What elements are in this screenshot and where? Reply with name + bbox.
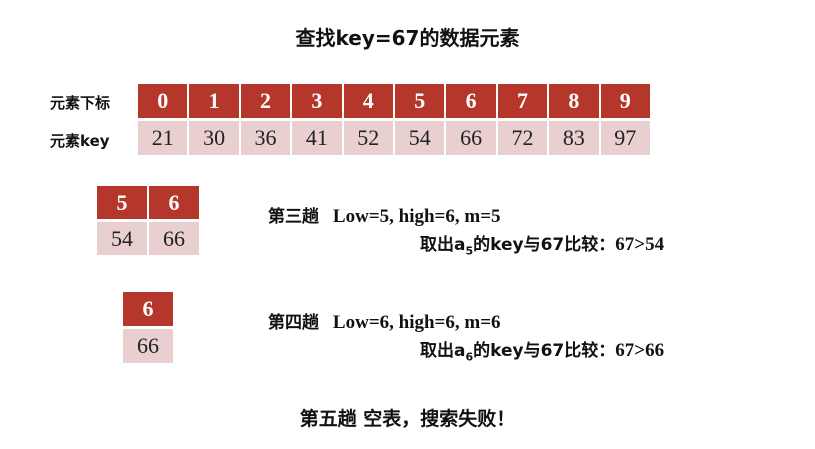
key-row-label: 元素key [50,132,110,150]
array-key-cell: 52 [343,121,395,155]
step4-subscript: 6 [465,350,474,364]
step3-result: 67>54 [615,234,665,255]
array-index-cell: 9 [600,84,652,118]
step4-key-cell: 66 [123,329,175,363]
step4-label: 第四趟 [268,313,319,333]
array-key-cell: 54 [395,121,447,155]
step4-prefix: 取出a [420,341,466,361]
array-index-cell: 1 [189,84,241,118]
array-index-cell: 6 [446,84,498,118]
step4-params: Low=6, high=6, m=6 [332,312,501,333]
step4-line2: 取出a6的key与67比较：67>66 [420,336,664,363]
step3-key-cell: 66 [149,222,201,255]
step3-subscript: 5 [465,244,474,258]
step4-suffix: 的key与67比较： [473,341,616,361]
step5-text: 第五趟 空表，搜索失败！ [299,408,516,430]
step3-index-cell: 5 [97,186,149,219]
array-index-cell: 5 [395,84,447,118]
step3-index-cell: 6 [149,186,201,219]
step4-result: 67>66 [615,340,665,361]
step3-subarray: 5 6 54 66 [97,186,201,256]
step3-prefix: 取出a [420,235,466,255]
array-index-cell: 0 [138,84,190,118]
array-key-cell: 41 [292,121,344,155]
array-index-cell: 2 [240,84,293,118]
step3-params: Low=5, high=6, m=5 [332,206,501,227]
array-key-cell: 97 [600,121,652,155]
step3-line1: 第三趟 Low=5, high=6, m=5 [268,202,501,228]
array-key-cell: 30 [189,121,241,155]
step3-line2: 取出a5的key与67比较：67>54 [420,230,664,257]
array-key-cell: 83 [549,121,601,155]
diagram-title: 查找key=67的数据元素 [295,26,520,50]
step3-suffix: 的key与67比较： [473,235,616,255]
array-key-cell: 72 [497,121,550,155]
array-key-cell: 66 [446,121,498,155]
array-index-cell: 7 [497,84,550,118]
step3-label: 第三趟 [268,207,319,227]
index-row-label: 元素下标 [50,94,111,112]
array-table: 0 1 2 3 4 5 6 7 8 9 21 30 36 41 52 54 66 72 83 97 [138,84,652,156]
array-index-cell: 8 [549,84,601,118]
array-index-cell: 3 [292,84,344,118]
step4-line1: 第四趟 Low=6, high=6, m=6 [268,308,501,334]
array-key-cell: 36 [240,121,293,155]
step4-subarray: 6 66 [123,292,175,364]
array-key-cell: 21 [138,121,190,155]
step3-key-cell: 54 [97,222,149,255]
step4-index-cell: 6 [123,292,175,326]
array-index-cell: 4 [343,84,395,118]
